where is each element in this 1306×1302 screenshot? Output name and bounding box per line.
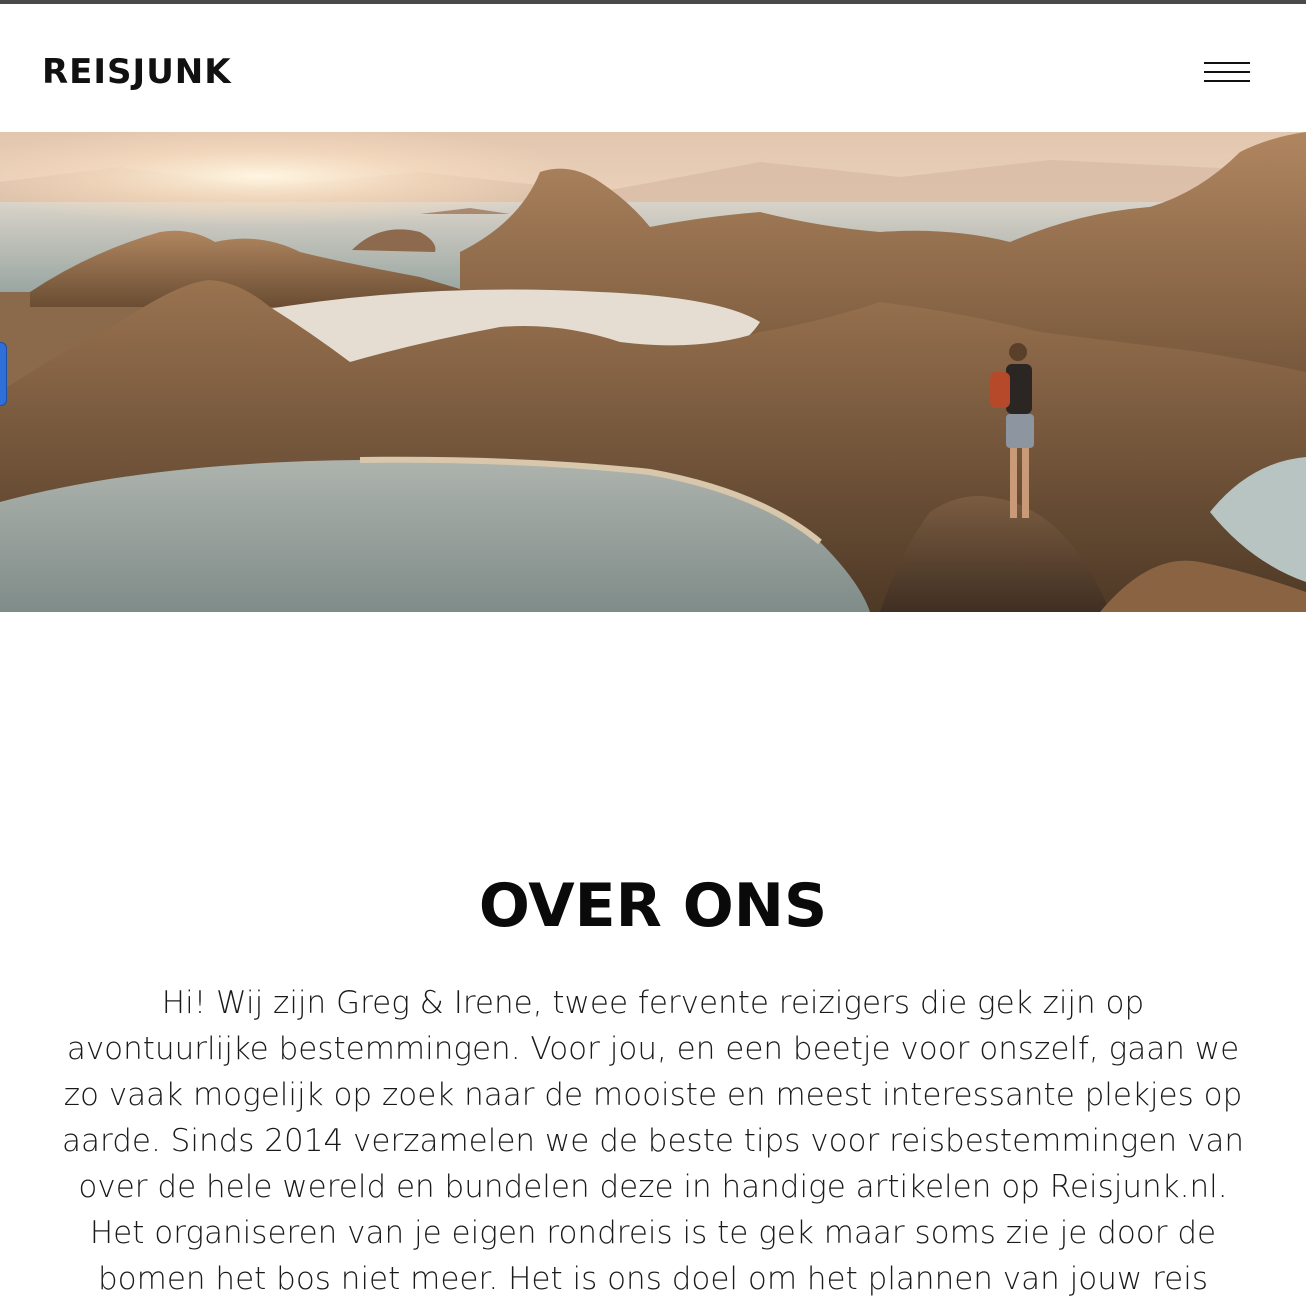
intro-line: over de hele wereld en bundelen deze in … [78, 1169, 1228, 1205]
intro-line: avontuurlijke bestemmingen. Voor jou, en… [66, 1031, 1240, 1067]
hamburger-menu-icon-bar [1204, 80, 1250, 82]
site-header: REISJUNK [0, 4, 1306, 132]
intro-line: zo vaak mogelijk op zoek naar de mooiste… [63, 1077, 1243, 1113]
hamburger-menu-icon-bar [1204, 71, 1250, 73]
about-intro-text: Hi! Wij zijn Greg & Irene, twee fervente… [40, 980, 1266, 1302]
about-section: OVER ONS Hi! Wij zijn Greg & Irene, twee… [0, 612, 1306, 1297]
hero-landscape-illustration [0, 132, 1306, 612]
intro-line: Hi! Wij zijn Greg & Irene, twee fervente… [161, 985, 1145, 1021]
hamburger-menu-icon [1204, 62, 1250, 64]
side-feedback-tab[interactable] [0, 342, 7, 406]
hero-image [0, 132, 1306, 612]
page-title: OVER ONS [478, 871, 828, 941]
intro-line: aarde. Sinds 2014 verzamelen we de beste… [62, 1123, 1244, 1159]
site-logo[interactable]: REISJUNK [42, 52, 232, 92]
intro-line: Het organiseren van je eigen rondreis is… [89, 1215, 1217, 1251]
hamburger-menu-button[interactable] [1198, 56, 1254, 90]
intro-line: bomen het bos niet meer. Het is ons doel… [98, 1261, 1208, 1297]
